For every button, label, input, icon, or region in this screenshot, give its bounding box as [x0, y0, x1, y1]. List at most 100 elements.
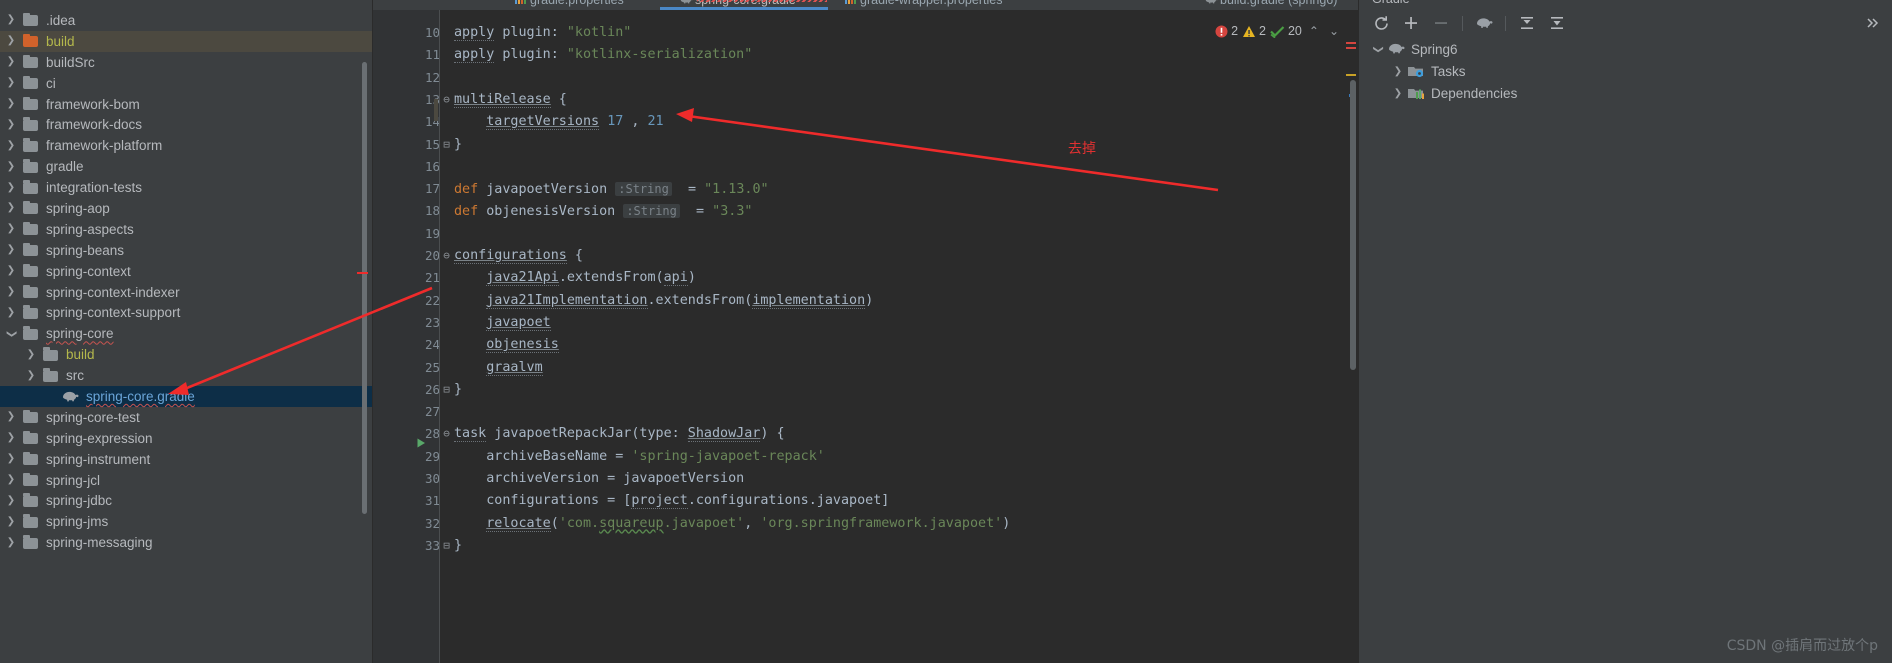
chevron-right-icon[interactable]: ❯ — [0, 57, 22, 67]
editor-tab-build-gradle-spring6[interactable]: build.gradle (spring6) — [1205, 0, 1337, 9]
tree-item-framework-platform[interactable]: ❯ framework-platform — [0, 135, 373, 156]
chevron-right-icon[interactable]: ❯ — [1388, 88, 1408, 99]
tree-item-src[interactable]: ❯ src — [0, 365, 373, 386]
chevron-right-icon[interactable]: ❯ — [0, 224, 22, 234]
chevron-right-icon[interactable]: ❯ — [0, 161, 22, 172]
tree-item-spring-instrument[interactable]: ❯ spring-instrument — [0, 449, 373, 470]
chevron-right-icon[interactable]: ❯ — [0, 454, 22, 464]
more-icon[interactable] — [1860, 12, 1886, 34]
collapse-all-icon[interactable] — [1544, 12, 1570, 34]
tree-item-spring-context-indexer[interactable]: ❯ spring-context-indexer — [0, 282, 373, 303]
gradle-tree-item-tasks[interactable]: ❯ Tasks — [1358, 60, 1892, 82]
code-fold-toggle[interactable]: ⊟ — [442, 535, 451, 557]
code-line[interactable]: archiveVersion = javapoetVersion — [440, 468, 744, 490]
chevron-right-icon[interactable]: ❯ — [0, 99, 22, 109]
refresh-icon[interactable] — [1368, 12, 1394, 34]
tree-item-spring-core-gradle[interactable]: spring-core.gradle — [0, 386, 373, 407]
tree-item-spring-context-support[interactable]: ❯ spring-context-support — [0, 302, 373, 323]
tree-item-gradle[interactable]: ❯ gradle — [0, 156, 373, 177]
expand-all-icon[interactable] — [1514, 12, 1540, 34]
chevron-right-icon[interactable]: ❯ — [0, 287, 22, 297]
code-content[interactable]: apply plugin: "kotlin" apply plugin: "kot… — [440, 10, 1358, 663]
tree-item-spring-messaging[interactable]: ❯ spring-messaging — [0, 532, 373, 553]
chevron-right-icon[interactable]: ❯ — [0, 245, 22, 255]
tree-item-buildsrc[interactable]: ❯ buildSrc — [0, 52, 373, 73]
tree-item-spring-beans[interactable]: ❯ spring-beans — [0, 240, 373, 261]
code-line[interactable] — [440, 223, 454, 245]
gradle-toolbar[interactable] — [1358, 10, 1892, 36]
inspections-ok-indicator[interactable]: 20 — [1270, 24, 1302, 38]
code-line[interactable] — [440, 401, 454, 423]
chevron-right-icon[interactable]: ❯ — [0, 537, 22, 548]
code-fold-toggle[interactable]: ⊖ — [442, 423, 451, 445]
tree-item-framework-bom[interactable]: ❯ framework-bom — [0, 94, 373, 115]
code-line[interactable]: def objenesisVersion :String = "3.3" — [440, 200, 752, 222]
chevron-right-icon[interactable]: ❯ — [0, 266, 22, 276]
tree-item-build[interactable]: ❯ build — [0, 344, 373, 365]
chevron-right-icon[interactable]: ❯ — [0, 412, 22, 422]
inspection-widget[interactable]: 2 2 20 ⌃ ⌄ — [1215, 24, 1342, 38]
code-fold-toggle[interactable]: ⊟ — [442, 134, 451, 156]
code-line[interactable]: apply plugin: "kotlinx-serialization" — [440, 44, 752, 66]
gradle-tree-item-spring6[interactable]: ❯ Spring6 — [1358, 38, 1892, 60]
code-line[interactable]: java21Implementation.extendsFrom(impleme… — [440, 290, 873, 312]
project-file-tree[interactable]: ❯ .idea ❯ build ❯ buildSrc ❯ ci ❯ framework-bom ❯ f… — [0, 10, 373, 553]
tree-item-spring-aspects[interactable]: ❯ spring-aspects — [0, 219, 373, 240]
code-line[interactable]: configurations {⊖ — [440, 245, 583, 267]
code-line[interactable]: } ⊟ — [440, 535, 462, 557]
previous-problem-button[interactable]: ⌃ — [1306, 24, 1322, 38]
chevron-down-icon[interactable]: ❯ — [6, 323, 17, 345]
chevron-right-icon[interactable]: ❯ — [0, 182, 22, 193]
gradle-tree-item-dependencies[interactable]: ❯ Dependencies — [1358, 82, 1892, 104]
chevron-right-icon[interactable]: ❯ — [20, 349, 42, 360]
chevron-right-icon[interactable]: ❯ — [0, 15, 22, 25]
code-line[interactable] — [440, 67, 454, 89]
tree-item-spring-aop[interactable]: ❯ spring-aop — [0, 198, 373, 219]
tree-item-framework-docs[interactable]: ❯ framework-docs — [0, 114, 373, 135]
editor-scrollbar[interactable] — [1350, 80, 1356, 370]
chevron-right-icon[interactable]: ❯ — [0, 516, 22, 527]
tree-item--idea[interactable]: ❯ .idea — [0, 10, 373, 31]
chevron-right-icon[interactable]: ❯ — [0, 36, 22, 46]
tree-item-spring-context[interactable]: ❯ spring-context — [0, 261, 373, 282]
chevron-right-icon[interactable]: ❯ — [1388, 66, 1408, 77]
tree-item-spring-jms[interactable]: ❯ spring-jms — [0, 511, 373, 532]
add-icon[interactable] — [1398, 12, 1424, 34]
chevron-right-icon[interactable]: ❯ — [0, 203, 22, 213]
tree-item-spring-jcl[interactable]: ❯ spring-jcl — [0, 470, 373, 491]
chevron-right-icon[interactable]: ❯ — [0, 433, 22, 443]
minus-icon[interactable] — [1428, 12, 1454, 34]
error-marker[interactable] — [1346, 42, 1356, 44]
tree-item-build[interactable]: ❯ build — [0, 30, 373, 52]
code-line[interactable]: relocate('com.squareup.javapoet', 'org.s… — [440, 513, 1010, 535]
editor-marker-gutter[interactable] — [1344, 10, 1358, 663]
code-line[interactable]: javapoet — [440, 312, 551, 334]
code-line[interactable]: graalvm — [440, 357, 543, 379]
chevron-down-icon[interactable]: ❯ — [1373, 39, 1384, 59]
code-line[interactable]: } ⊟ — [440, 379, 462, 401]
chevron-right-icon[interactable]: ❯ — [0, 307, 22, 318]
project-panel-scrollbar[interactable] — [362, 62, 367, 514]
code-line[interactable]: multiRelease {⊖ — [440, 89, 567, 111]
code-line[interactable] — [440, 156, 454, 178]
gradle-tool-window[interactable]: Gradle ❯S — [1358, 0, 1892, 663]
code-line[interactable]: def javapoetVersion :String = "1.13.0" — [440, 178, 769, 200]
code-line[interactable]: task javapoetRepackJar(type: ShadowJar) … — [440, 423, 785, 445]
chevron-right-icon[interactable]: ❯ — [0, 140, 22, 151]
code-line[interactable]: targetVersions 17 , 21 — [440, 111, 664, 133]
warning-count-indicator[interactable]: 2 — [1242, 24, 1266, 38]
chevron-right-icon[interactable]: ❯ — [0, 78, 22, 88]
code-line[interactable]: java21Api.extendsFrom(api) — [440, 267, 696, 289]
chevron-right-icon[interactable]: ❯ — [0, 475, 22, 485]
warning-marker[interactable] — [1346, 74, 1356, 76]
code-line[interactable]: objenesis — [440, 334, 559, 356]
editor-gutter[interactable]: 10 11 12 13 14 15 16 17 18 19 20 21 22 23 24 25 26 27 28 29… — [373, 10, 440, 663]
gradle-elephant-icon[interactable] — [1471, 12, 1497, 34]
tree-item-ci[interactable]: ❯ ci — [0, 73, 373, 94]
code-fold-toggle[interactable]: ⊖ — [442, 245, 451, 267]
error-count-indicator[interactable]: 2 — [1215, 24, 1238, 38]
run-task-icon[interactable] — [415, 436, 427, 448]
next-problem-button[interactable]: ⌄ — [1326, 24, 1342, 38]
project-tool-window[interactable]: ❯ .idea ❯ build ❯ buildSrc ❯ ci ❯ framework-bom ❯ f… — [0, 10, 373, 663]
editor-tab-gradle-wrapper-properties[interactable]: gradle-wrapper.properties — [845, 0, 1002, 9]
